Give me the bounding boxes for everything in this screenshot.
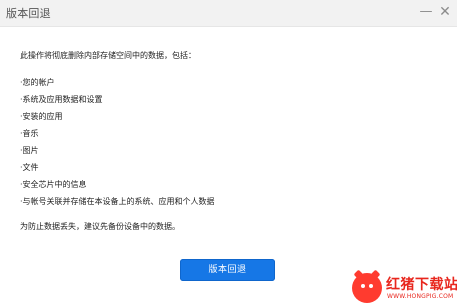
backup-advice: 为防止数据丢失，建议先备份设备中的数据。 <box>20 222 180 231</box>
list-item: ·与帐号关联并存储在本设备上的系统、应用和个人数据 <box>20 197 215 206</box>
list-item: ·安装的应用 <box>20 112 63 121</box>
pig-ear-left <box>353 269 364 280</box>
pig-eye-left <box>361 284 365 288</box>
pig-eye-right <box>369 284 373 288</box>
list-item: ·您的帐户 <box>20 78 55 87</box>
watermark-url: WWW.HONGPIG.COM <box>387 293 454 300</box>
title-bar: 版本回退 — ✕ <box>0 0 457 27</box>
list-item: ·安全芯片中的信息 <box>20 180 87 189</box>
rollback-button[interactable]: 版本回退 <box>180 259 275 281</box>
window-title: 版本回退 <box>6 7 51 20</box>
close-button[interactable]: ✕ <box>437 3 453 21</box>
pig-logo-icon <box>352 269 382 303</box>
watermark-name: 红猪下载站 <box>386 277 457 293</box>
intro-text: 此操作将彻底删除内部存储空间中的数据，包括： <box>20 51 196 60</box>
list-item: ·音乐 <box>20 129 39 138</box>
list-item: ·文件 <box>20 163 39 172</box>
watermark: 红猪下载站 WWW.HONGPIG.COM <box>352 269 457 306</box>
list-item: ·图片 <box>20 146 39 155</box>
minimize-button[interactable]: — <box>418 3 434 21</box>
pig-ear-right <box>370 269 381 280</box>
list-item: ·系统及应用数据和设置 <box>20 95 103 104</box>
